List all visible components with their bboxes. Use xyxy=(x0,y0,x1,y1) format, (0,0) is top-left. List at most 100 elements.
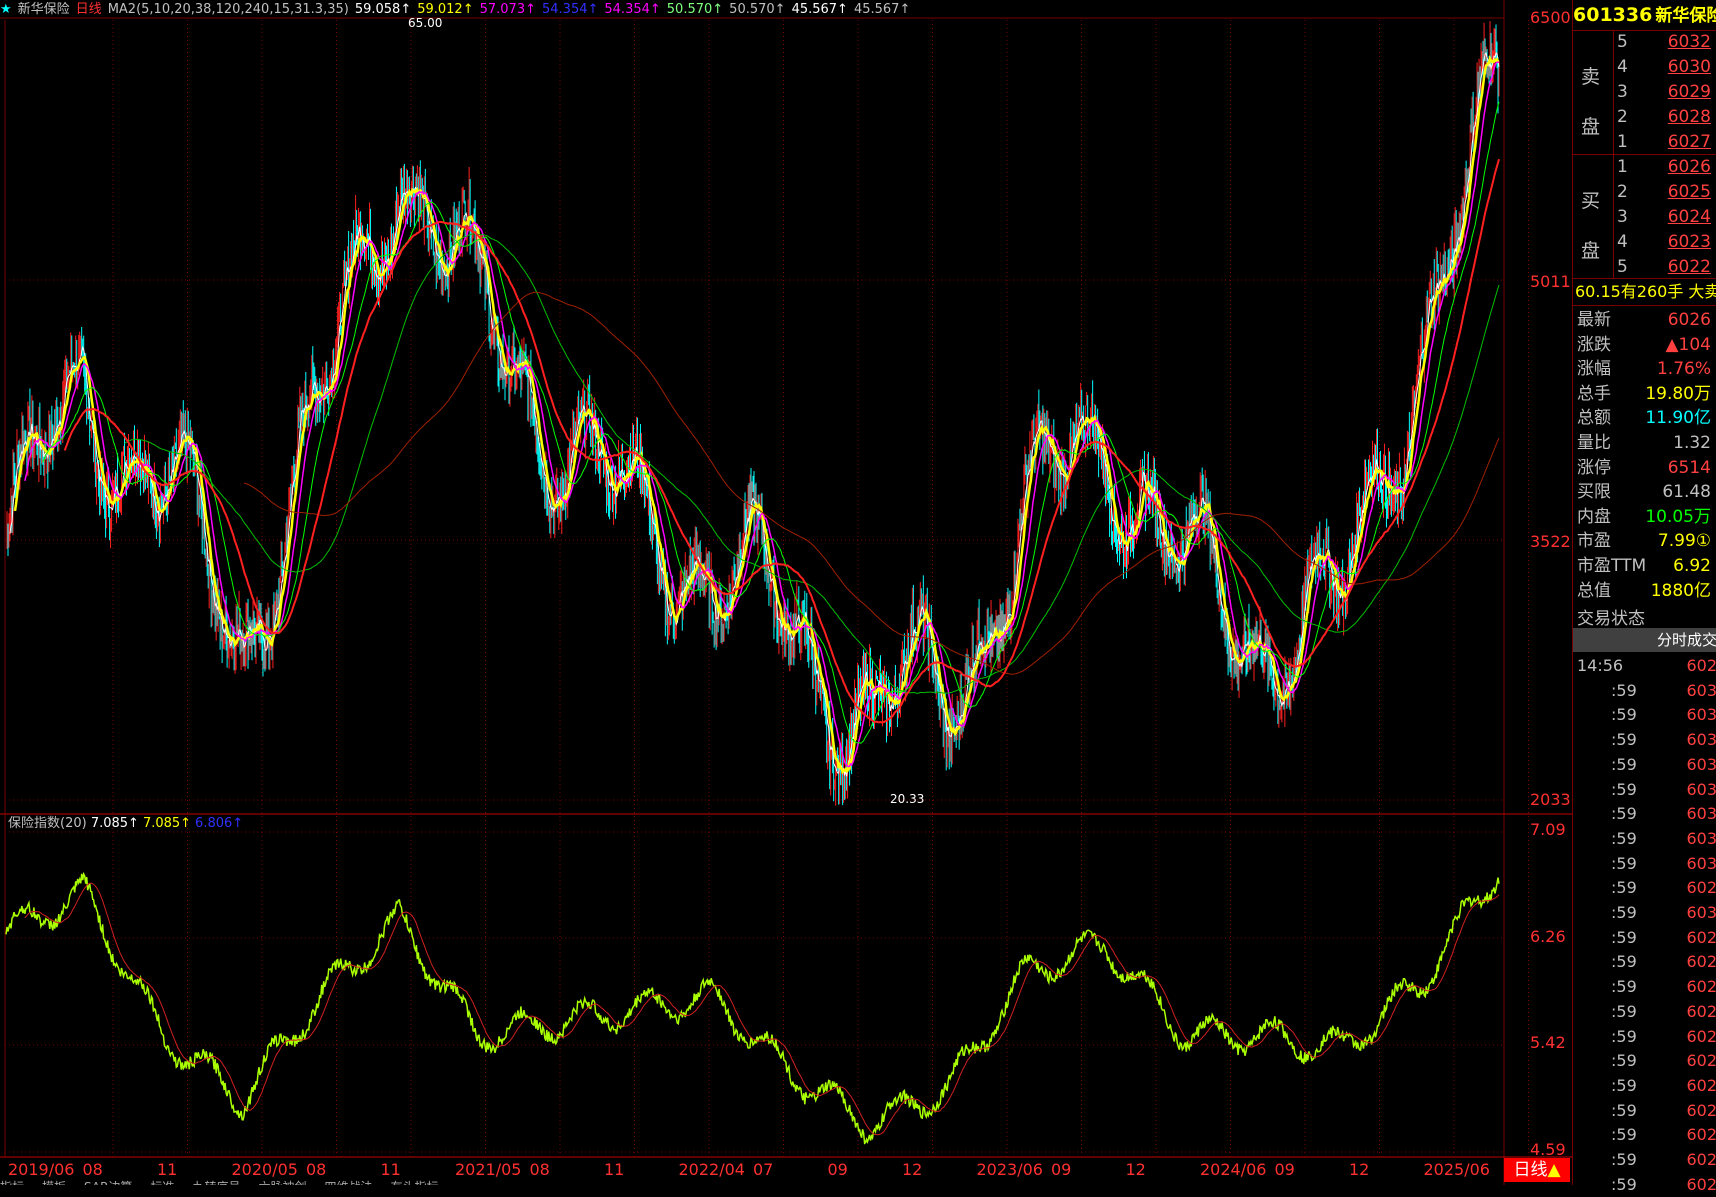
big-order-note: 60.15有260手 大卖 xyxy=(1575,282,1716,301)
bottom-tab[interactable]: 有头指标 xyxy=(390,1180,438,1185)
stat-label: 涨跌 xyxy=(1577,334,1611,355)
tick-time: :59 xyxy=(1611,977,1637,997)
sub-title[interactable]: 保险指数(20) xyxy=(8,816,87,831)
ma-line xyxy=(243,291,1500,675)
tab-ticks[interactable]: 分时成交 xyxy=(1573,628,1716,652)
stat-value: 11.90亿 xyxy=(1645,408,1711,429)
order-price: 6022 xyxy=(1667,257,1711,277)
tick-row: :59 602 xyxy=(1573,1099,1716,1123)
stock-header: 601336 新华保险 xyxy=(1573,0,1716,30)
date-tick: 11 xyxy=(380,1160,401,1179)
tick-price: 602 xyxy=(1686,977,1716,997)
bottom-tab[interactable]: SAR边算 xyxy=(84,1180,132,1185)
ma-lines xyxy=(9,51,1500,777)
tick-price: 602 xyxy=(1686,1100,1716,1120)
date-tick: 08 xyxy=(529,1160,550,1179)
tick-price: 603 xyxy=(1686,730,1716,750)
stat-label: 总额 xyxy=(1577,408,1611,429)
order-level: 4 xyxy=(1617,57,1628,77)
indicator-header: ★ 新华保险 日线 MA2(5,10,20,38,120,240,15,31.3,35… xyxy=(0,0,1504,20)
ma-value: 59.012↑ xyxy=(417,2,474,17)
tick-price: 602 xyxy=(1686,1051,1716,1071)
indicator-name[interactable]: MA2(5,10,20,38,120,240,15,31.3,35) xyxy=(108,2,349,17)
date-tick: 08 xyxy=(82,1160,103,1179)
date-tick: 2021/05 xyxy=(455,1160,522,1179)
bottom-tab[interactable]: 模板 xyxy=(42,1180,66,1185)
order-book-row[interactable]: 3 6024 xyxy=(1573,205,1716,229)
tick-row: :59 603 xyxy=(1573,802,1716,826)
stat-value: 7.99① xyxy=(1657,531,1711,552)
date-tick: 08 xyxy=(306,1160,327,1179)
axis-label-2: 5011 xyxy=(1530,272,1571,291)
date-tick: 12 xyxy=(1125,1160,1146,1179)
tick-time: :59 xyxy=(1611,952,1637,972)
stat-value: ▲104 xyxy=(1665,334,1711,355)
date-tick: 2025/06 xyxy=(1423,1160,1490,1179)
stat-label: 市盈TTM xyxy=(1577,556,1647,576)
bottom-tab[interactable]: 九转序号 xyxy=(192,1180,240,1185)
stat-value: 1.32 xyxy=(1673,433,1711,453)
tick-time: :59 xyxy=(1611,804,1637,824)
date-axis: 2019/06 08 11 2020/05 08 11 2021/05 08 11 2022/04… xyxy=(0,1160,1504,1180)
axis-label-1: 6500 xyxy=(1530,8,1571,27)
stat-label: 总值 xyxy=(1577,580,1611,601)
stat-row: 涨幅 1.76% xyxy=(1573,357,1716,381)
low-annotation: 20.33 xyxy=(890,792,925,806)
order-book-row[interactable]: 2 6025 xyxy=(1573,180,1716,204)
tick-price: 602 xyxy=(1686,927,1716,947)
bottom-tab[interactable]: 指标 xyxy=(0,1180,24,1185)
order-price: 6025 xyxy=(1667,182,1711,202)
tick-price: 603 xyxy=(1686,779,1716,799)
tick-time: :59 xyxy=(1611,1026,1637,1046)
sub-header: 保险指数(20) 7.085↑ 7.085↑ 6.806↑ xyxy=(8,812,247,831)
order-price: 6026 xyxy=(1667,157,1711,177)
tick-price: 603 xyxy=(1686,828,1716,848)
tick-row: :59 602 xyxy=(1573,1049,1716,1073)
tick-time: :59 xyxy=(1611,705,1637,725)
date-tick: 12 xyxy=(902,1160,923,1179)
order-book-row[interactable]: 1 6027 xyxy=(1573,130,1716,154)
quote-panel: 601336 新华保险 卖盘 5 6032 4 6030 3 6029 2 6028 1 6027 … xyxy=(1572,0,1716,1194)
tick-price: 603 xyxy=(1686,754,1716,774)
tick-row: :59 602 xyxy=(1573,1000,1716,1024)
stat-value: 1.76% xyxy=(1656,359,1711,380)
kline-chart[interactable] xyxy=(0,0,1572,1185)
bottom-tab[interactable]: 六脉神剑 xyxy=(258,1180,306,1185)
bottom-tabs[interactable]: 指标 模板 SAR边算 标准 九转序号 六脉神剑 四维战法 有头指标 xyxy=(0,1178,1504,1185)
tick-time: :59 xyxy=(1611,1051,1637,1071)
order-book-row[interactable]: 5 6032 xyxy=(1573,30,1716,54)
period[interactable]: 日线 xyxy=(76,2,102,17)
sub-values: 7.085↑ 7.085↑ 6.806↑ xyxy=(91,816,247,831)
star-icon[interactable]: ★ xyxy=(0,2,12,17)
stat-row: 市盈TTM 6.92 xyxy=(1573,554,1716,578)
bottom-tab[interactable]: 四维战法 xyxy=(324,1180,372,1185)
order-level: 1 xyxy=(1617,132,1628,152)
order-price: 6032 xyxy=(1667,32,1711,52)
stat-label: 内盘 xyxy=(1577,506,1611,527)
order-level: 3 xyxy=(1617,207,1628,227)
tick-row: :59 602 xyxy=(1573,1148,1716,1172)
period-button-label: 日线 xyxy=(1513,1160,1548,1180)
tick-price: 603 xyxy=(1686,804,1716,824)
date-tick: 2019/06 xyxy=(8,1160,75,1179)
stat-row: 最新 6026 xyxy=(1573,308,1716,332)
stat-value: 6514 xyxy=(1667,457,1711,478)
date-tick: 11 xyxy=(157,1160,178,1179)
order-book-row[interactable]: 3 6029 xyxy=(1573,80,1716,104)
order-book-row[interactable]: 5 6022 xyxy=(1573,255,1716,279)
stat-row: 总值 1880亿 xyxy=(1573,579,1716,603)
sub-value: 7.085↑ xyxy=(142,816,192,831)
order-book-row[interactable]: 4 6030 xyxy=(1573,55,1716,79)
order-book-row[interactable]: 2 6028 xyxy=(1573,105,1716,129)
tick-row: 14:56 602 xyxy=(1573,654,1716,678)
title: 新华保险 xyxy=(17,2,70,17)
order-book-row[interactable]: 4 6023 xyxy=(1573,230,1716,254)
order-book-row[interactable]: 1 6026 xyxy=(1573,155,1716,179)
sub-indicator-plot xyxy=(5,871,1500,1145)
sub-value: 6.806↑ xyxy=(195,816,244,831)
tick-row: :59 602 xyxy=(1573,1123,1716,1147)
bottom-tab[interactable]: 标准 xyxy=(150,1180,174,1185)
tick-row: :59 602 xyxy=(1573,876,1716,900)
stat-label: 涨幅 xyxy=(1577,359,1611,380)
period-button[interactable]: 日线▲ xyxy=(1504,1158,1570,1182)
